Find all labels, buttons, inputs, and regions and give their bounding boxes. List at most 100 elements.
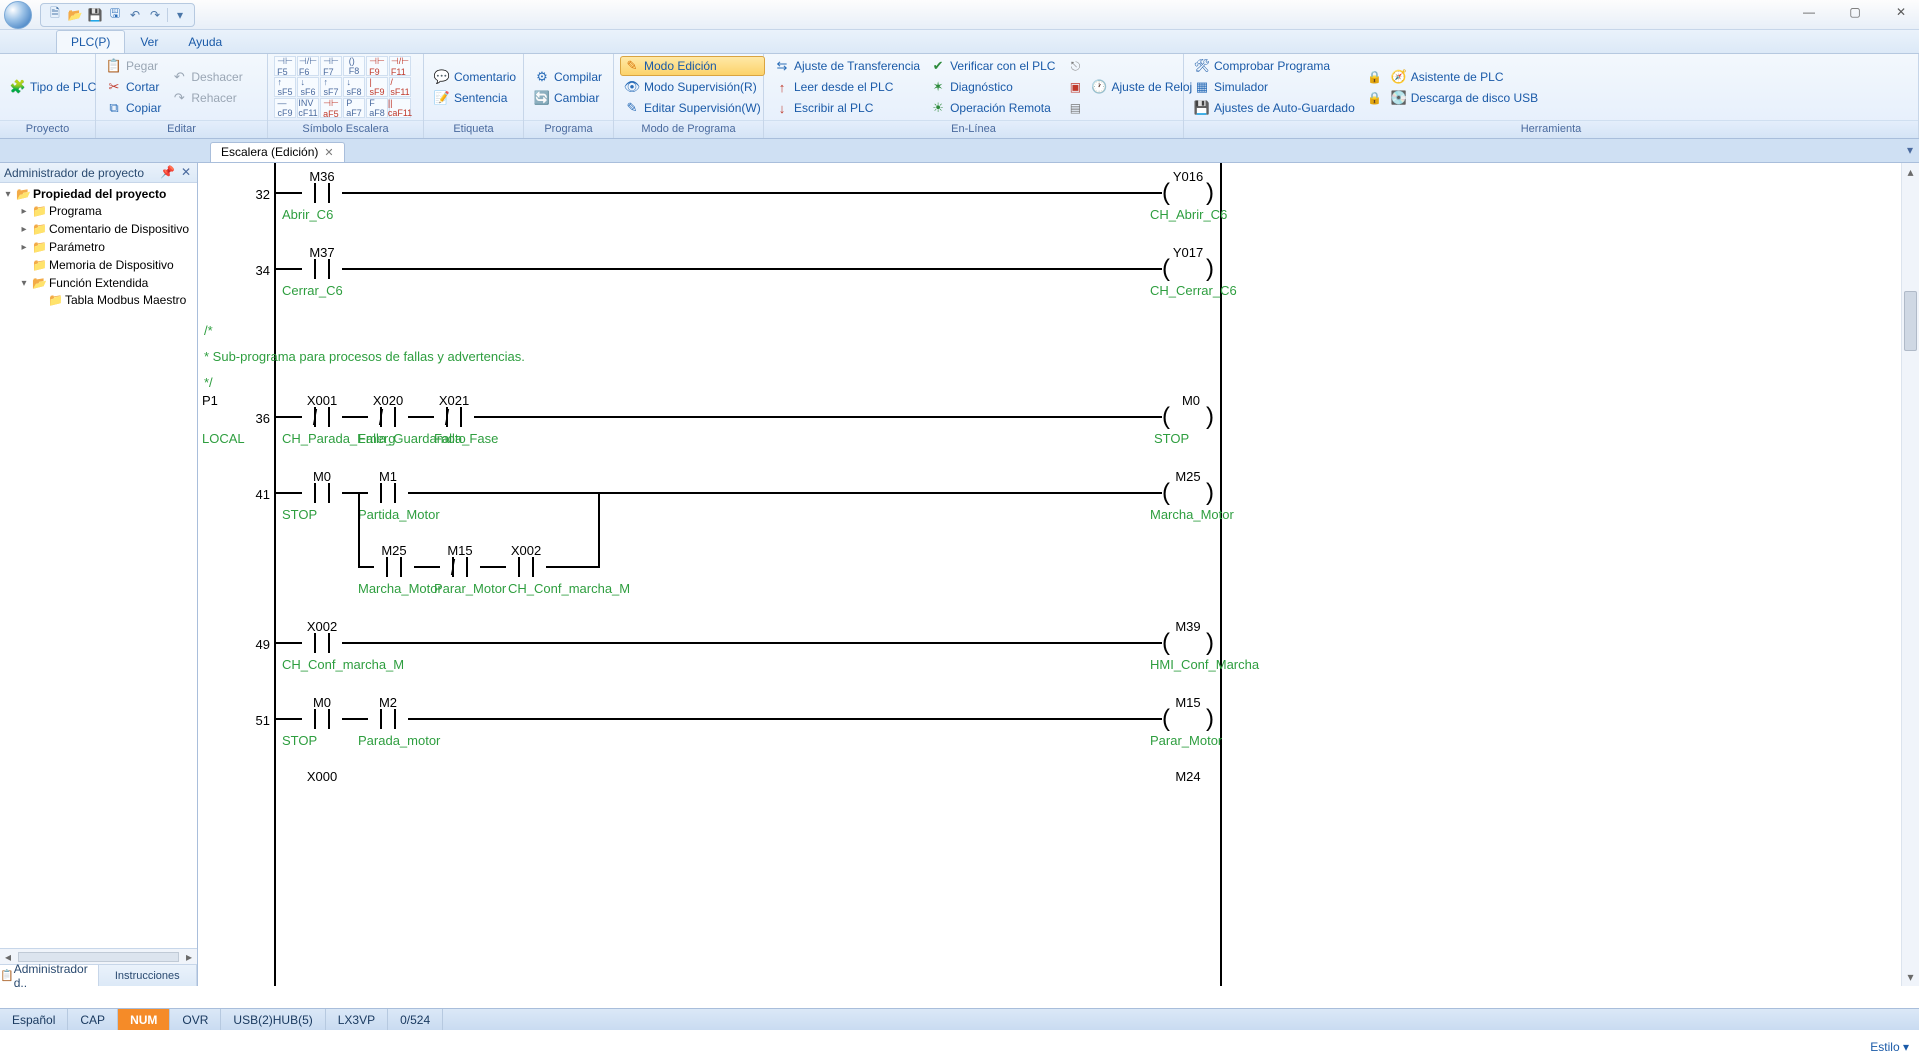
no-contact[interactable] [302,709,342,729]
status-num[interactable]: NUM [118,1009,170,1030]
asistente-plc-button[interactable]: 🧭Asistente de PLC [1387,67,1542,87]
document-tab[interactable]: Escalera (Edición) ✕ [210,142,345,162]
scroll-up-icon[interactable]: ▴ [1902,163,1919,181]
comprobar-programa-button[interactable]: 🛠Comprobar Programa [1190,56,1359,76]
ladder-editor[interactable]: 32 M36 Y016 Abrir_C6 CH_Abrir_C6 34 M37 … [198,163,1919,986]
diagnostico-button[interactable]: ✶Diagnóstico [926,77,1059,97]
no-contact[interactable] [302,183,342,203]
document-tab-close-icon[interactable]: ✕ [324,146,333,159]
output-coil[interactable] [1158,183,1218,203]
modo-edicion-button[interactable]: ✎Modo Edición [620,56,765,76]
modo-supervision-button[interactable]: 👁Modo Supervisión(R) [620,77,765,97]
scroll-down-icon[interactable]: ▾ [1902,968,1919,986]
no-contact[interactable] [506,557,546,577]
no-contact[interactable] [302,259,342,279]
scroll-thumb[interactable] [1904,291,1917,351]
verificar-plc-button[interactable]: ✔Verificar con el PLC [926,56,1059,76]
sym-af8[interactable]: FaF8 [366,98,388,118]
no-contact[interactable] [302,483,342,503]
output-coil[interactable] [1158,633,1218,653]
sidebar-tab-instrucciones[interactable]: Instrucciones [99,965,198,986]
nc-contact[interactable]: / [434,407,474,427]
output-coil[interactable] [1158,709,1218,729]
no-contact[interactable] [374,557,414,577]
autoguardado-button[interactable]: 💾Ajustes de Auto-Guardado [1190,98,1359,118]
lock-icon-2[interactable]: 🔒 [1365,88,1385,108]
sym-af5[interactable]: ⊣⊢aF5 [320,98,342,118]
lock-icon-1[interactable]: 🔒 [1365,67,1385,87]
sym-sf8[interactable]: ↓sF8 [343,77,365,97]
qat-customize-icon[interactable]: ▾ [172,7,188,23]
sym-cf9[interactable]: —cF9 [274,98,296,118]
output-coil[interactable] [1158,483,1218,503]
sym-sf5[interactable]: ↑sF5 [274,77,296,97]
qat-open-icon[interactable]: 📂 [67,7,83,23]
pegar-button[interactable]: 📋Pegar [102,56,165,76]
tree-root[interactable]: ▾📂Propiedad del proyecto [0,186,197,202]
deshacer-button[interactable]: ↶Deshacer [167,67,246,87]
enline-icon-3[interactable]: ▤ [1065,98,1085,118]
cambiar-button[interactable]: 🔄Cambiar [530,88,606,108]
scroll-right-icon[interactable]: ▸ [181,950,197,964]
project-tree[interactable]: ▾📂Propiedad del proyecto ▸📁Programa ▸📁Co… [0,183,197,948]
sym-sf11[interactable]: /sF11 [389,77,411,97]
sym-sf6[interactable]: ↓sF6 [297,77,319,97]
sym-sf7[interactable]: ↑sF7 [320,77,342,97]
tree-modbus[interactable]: 📁Tabla Modbus Maestro [32,292,197,308]
qat-saveall-icon[interactable]: 🖫 [107,7,123,23]
no-contact[interactable] [368,483,408,503]
comentario-button[interactable]: 💬Comentario [430,67,520,87]
nc-contact[interactable]: / [368,407,408,427]
tree-programa[interactable]: ▸📁Programa [16,203,197,219]
sym-cf11[interactable]: INVcF11 [297,98,319,118]
tab-ayuda[interactable]: Ayuda [173,30,237,53]
tab-ver[interactable]: Ver [125,30,173,53]
sentencia-button[interactable]: 📝Sentencia [430,88,520,108]
style-dropdown[interactable]: Estilo ▾ [1870,1040,1909,1054]
rehacer-button[interactable]: ↷Rehacer [167,88,246,108]
status-cap[interactable]: CAP [68,1009,118,1030]
minimize-button[interactable]: — [1795,2,1823,22]
tree-comentario-disp[interactable]: ▸📁Comentario de Dispositivo [16,221,197,237]
status-lang[interactable]: Español [0,1009,68,1030]
no-contact[interactable] [368,709,408,729]
sym-af7[interactable]: PaF7 [343,98,365,118]
qat-new-icon[interactable]: 🗎 [47,7,63,23]
qat-redo-icon[interactable]: ↷ [147,7,163,23]
output-coil[interactable] [1158,259,1218,279]
sidebar-close-icon[interactable]: ✕ [181,165,191,179]
ajuste-reloj-button[interactable]: 🕐Ajuste de Reloj [1087,77,1196,97]
sym-f7[interactable]: ⊣⊢F7 [320,56,342,76]
sym-f9[interactable]: ⊣⊢F9 [366,56,388,76]
tree-memoria-disp[interactable]: 📁Memoria de Dispositivo [16,257,197,273]
maximize-button[interactable]: ▢ [1841,2,1869,22]
enline-icon-2[interactable]: ▣ [1065,77,1085,97]
escribir-plc-button[interactable]: ↓Escribir al PLC [770,98,924,118]
tree-funcion-ext[interactable]: ▾📂Función Extendida [16,275,197,291]
output-coil[interactable] [1158,407,1218,427]
app-menu-button[interactable] [0,0,36,30]
sym-caf11[interactable]: ||caF11 [389,98,411,118]
sidebar-pin-icon[interactable]: 📌 [160,165,175,179]
sidebar-tab-admin[interactable]: 📋 Administrador d.. [0,965,99,986]
nc-contact[interactable]: / [440,557,480,577]
copiar-button[interactable]: ⧉Copiar [102,98,165,118]
status-ovr[interactable]: OVR [170,1009,221,1030]
compilar-button[interactable]: ⚙Compilar [530,67,606,87]
document-tabs-dropdown-icon[interactable]: ▾ [1907,143,1913,157]
enline-icon-1[interactable]: ⎋ [1065,56,1085,76]
sym-f5[interactable]: ⊣⊢F5 [274,56,296,76]
qat-undo-icon[interactable]: ↶ [127,7,143,23]
tree-parametro[interactable]: ▸📁Parámetro [16,239,197,255]
sym-f8[interactable]: ()F8 [343,56,365,76]
sym-f11[interactable]: ⊣/⊢F11 [389,56,411,76]
tab-plc[interactable]: PLC(P) [56,30,125,53]
qat-save-icon[interactable]: 💾 [87,7,103,23]
leer-plc-button[interactable]: ↑Leer desde el PLC [770,77,924,97]
editar-supervision-button[interactable]: ✎Editar Supervisión(W) [620,98,765,118]
tipo-plc-button[interactable]: 🧩Tipo de PLC [6,77,100,97]
scroll-thumb[interactable] [18,952,179,962]
close-button[interactable]: ✕ [1887,2,1915,22]
no-contact[interactable] [302,633,342,653]
editor-vscroll[interactable]: ▴ ▾ [1901,163,1919,986]
